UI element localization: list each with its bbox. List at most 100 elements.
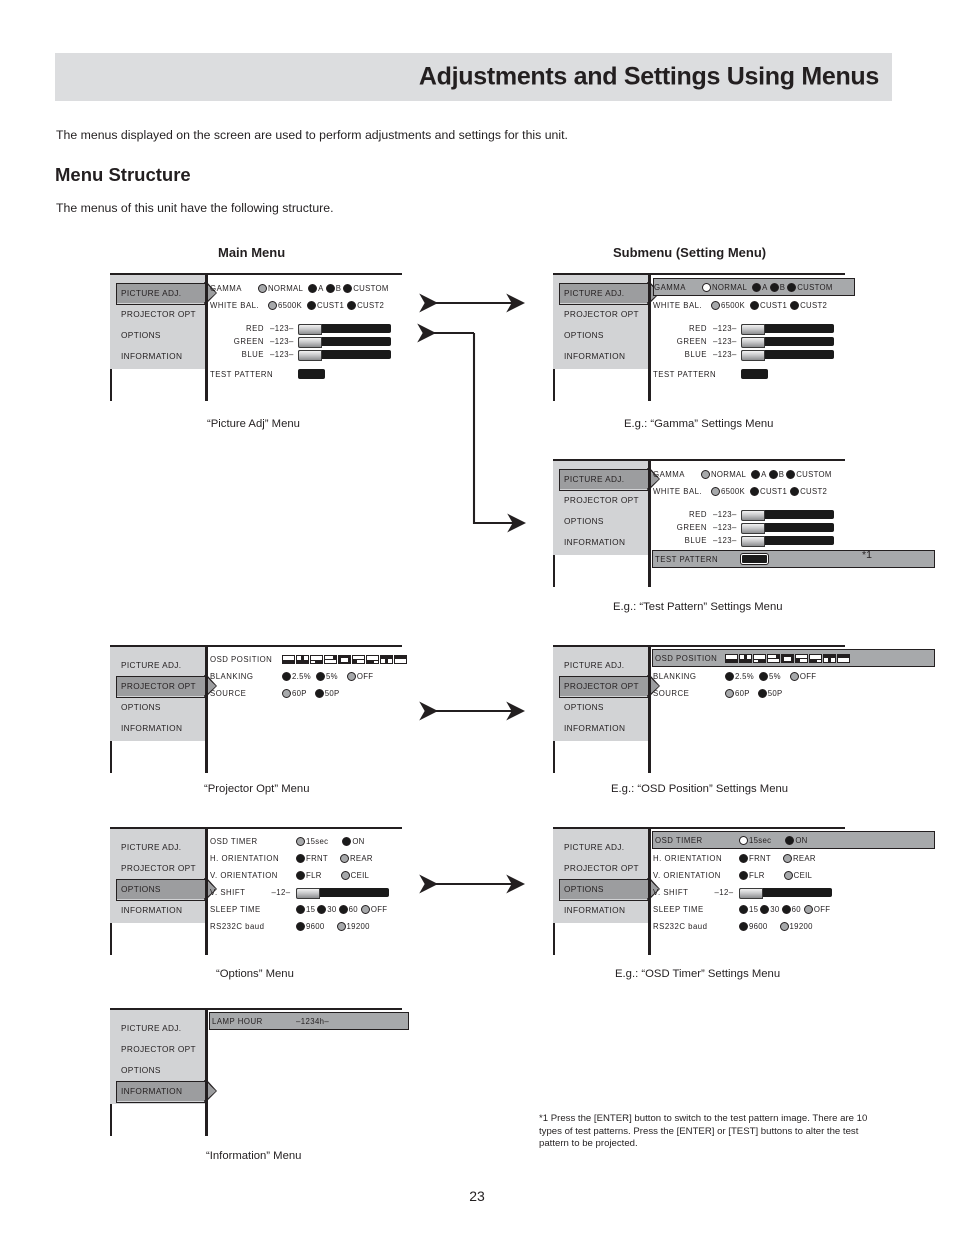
row-blue[interactable]: BLUE –123– [210,346,412,362]
sidebar-item-picture-adj[interactable]: PICTURE ADJ. [559,282,660,305]
option-baud-9600[interactable]: 9600 [296,921,325,931]
sidebar-item-options[interactable]: OPTIONS [116,697,205,717]
row-osd-timer[interactable]: OSD TIMER 15sec ON [652,831,935,849]
slider-red[interactable] [298,323,391,335]
slider-red[interactable] [741,323,834,335]
row-v-shift[interactable]: V. SHIFT –12– [210,884,412,900]
option-osd-timer-15sec[interactable]: 15sec [296,836,328,846]
sidebar-item-projector-opt[interactable]: PROJECTOR OPT [116,858,205,878]
sidebar-item-picture-adj[interactable]: PICTURE ADJ. [116,1018,205,1038]
row-osd-position[interactable]: OSD POSITION [652,649,935,667]
slider-v-shift[interactable] [739,887,832,899]
option-wb-cust2[interactable]: CUST2 [347,300,384,310]
row-rs232c-baud[interactable]: RS232C baud 9600 19200 [210,918,412,934]
sidebar-item-options[interactable]: OPTIONS [559,511,648,531]
row-test-pattern[interactable]: TEST PATTERN [210,366,412,382]
slider-green[interactable] [298,336,391,348]
sidebar-item-projector-opt[interactable]: PROJECTOR OPT [116,675,217,698]
osd-pos-cell[interactable] [394,654,407,664]
option-sleep-30[interactable]: 30 [317,904,336,914]
row-sleep-time[interactable]: SLEEP TIME 15 30 60 OFF [653,901,855,917]
slider-green[interactable] [741,522,834,534]
osd-position-grid[interactable] [725,653,850,663]
row-h-orientation[interactable]: H. ORIENTATION FRNT REAR [210,850,412,866]
sidebar-item-projector-opt[interactable]: PROJECTOR OPT [559,858,648,878]
sidebar-item-information[interactable]: INFORMATION [559,532,648,552]
row-blanking[interactable]: BLANKING 2.5% 5% OFF [210,668,412,684]
option-baud-19200[interactable]: 19200 [779,921,813,931]
row-white-bal[interactable]: WHITE BAL. 6500K CUST1 CUST2 [653,297,855,313]
option-h-front[interactable]: FRNT [296,853,328,863]
option-gamma-normal[interactable]: NORMAL [701,469,746,479]
row-white-bal[interactable]: WHITE BAL. 6500K CUST1 CUST2 [653,483,855,499]
option-blanking-2-5[interactable]: 2.5% [282,671,311,681]
option-blanking-off[interactable]: OFF [346,671,374,681]
row-white-bal[interactable]: WHITE BAL. 6500K CUST1 CUST2 [210,297,412,313]
option-gamma-a[interactable]: A [752,282,768,292]
osd-pos-cell[interactable] [767,653,780,663]
row-test-pattern[interactable]: TEST PATTERN [653,366,855,382]
row-blanking[interactable]: BLANKING 2.5% 5% OFF [653,668,855,684]
option-blanking-2-5[interactable]: 2.5% [725,671,754,681]
sidebar-item-picture-adj[interactable]: PICTURE ADJ. [116,837,205,857]
sidebar-item-information[interactable]: INFORMATION [559,718,648,738]
option-sleep-off[interactable]: OFF [360,904,388,914]
sidebar-item-picture-adj[interactable]: PICTURE ADJ. [116,282,217,305]
row-osd-position[interactable]: OSD POSITION [210,651,412,667]
option-gamma-normal[interactable]: NORMAL [258,283,303,293]
sidebar-item-projector-opt[interactable]: PROJECTOR OPT [116,304,205,324]
option-wb-6500k[interactable]: 6500K [268,300,302,310]
option-v-flr[interactable]: FLR [739,870,765,880]
row-gamma[interactable]: GAMMA NORMAL A B CUSTOM [210,280,412,296]
menu-options[interactable]: PICTURE ADJ. PROJECTOR OPT OPTIONS INFOR… [110,827,402,957]
test-pattern-swatch[interactable] [740,553,769,565]
sidebar-item-options[interactable]: OPTIONS [559,325,648,345]
menu-osd-position-settings[interactable]: PICTURE ADJ. PROJECTOR OPT OPTIONS INFOR… [553,645,935,775]
option-v-flr[interactable]: FLR [296,870,322,880]
osd-pos-cell[interactable] [296,654,309,664]
osd-pos-cell[interactable] [739,653,752,663]
slider-red[interactable] [741,509,834,521]
option-baud-9600[interactable]: 9600 [739,921,768,931]
sidebar-item-projector-opt[interactable]: PROJECTOR OPT [559,304,648,324]
option-v-ceil[interactable]: CEIL [340,870,370,880]
test-pattern-swatch[interactable] [741,369,768,379]
sidebar-item-projector-opt[interactable]: PROJECTOR OPT [559,675,660,698]
option-wb-cust2[interactable]: CUST2 [790,300,827,310]
row-gamma[interactable]: GAMMA NORMAL A B CUSTOM [653,278,855,296]
option-osd-timer-on[interactable]: ON [785,835,807,845]
option-sleep-60[interactable]: 60 [781,904,801,914]
row-lamp-hour[interactable]: LAMP HOUR –1234h– [209,1012,409,1030]
option-baud-19200[interactable]: 19200 [336,921,370,931]
row-blue[interactable]: BLUE –123– [653,532,855,548]
option-source-60p[interactable]: 60P [282,688,307,698]
option-osd-timer-15sec[interactable]: 15sec [739,835,771,845]
osd-pos-cell[interactable] [352,654,365,664]
slider-blue[interactable] [741,535,834,547]
osd-pos-cell[interactable] [324,654,337,664]
row-gamma[interactable]: GAMMA NORMAL A B CUSTOM [653,466,855,482]
row-source[interactable]: SOURCE 60P 50P [653,685,855,701]
row-blue[interactable]: BLUE –123– [653,346,855,362]
sidebar-item-options[interactable]: OPTIONS [116,878,217,901]
menu-test-pattern-settings[interactable]: PICTURE ADJ. PROJECTOR OPT OPTIONS INFOR… [553,459,935,589]
slider-blue[interactable] [298,349,391,361]
row-rs232c-baud[interactable]: RS232C baud 9600 19200 [653,918,855,934]
option-source-50p[interactable]: 50P [314,688,340,698]
sidebar-item-picture-adj[interactable]: PICTURE ADJ. [559,837,648,857]
osd-pos-cell[interactable] [366,654,379,664]
option-gamma-custom[interactable]: CUSTOM [786,469,831,479]
test-pattern-swatch[interactable] [298,369,325,379]
option-sleep-off[interactable]: OFF [803,904,831,914]
sidebar-item-picture-adj[interactable]: PICTURE ADJ. [559,655,648,675]
sidebar-item-options[interactable]: OPTIONS [116,1060,205,1080]
option-h-rear[interactable]: REAR [340,853,373,863]
sidebar-item-options[interactable]: OPTIONS [559,878,660,901]
option-gamma-b[interactable]: B [769,282,786,292]
option-wb-cust1[interactable]: CUST1 [750,300,787,310]
osd-position-grid[interactable] [282,654,407,664]
row-source[interactable]: SOURCE 60P 50P [210,685,412,701]
sidebar-item-information[interactable]: INFORMATION [116,1080,217,1103]
sidebar-item-picture-adj[interactable]: PICTURE ADJ. [559,468,660,491]
option-gamma-normal[interactable]: NORMAL [702,282,747,292]
